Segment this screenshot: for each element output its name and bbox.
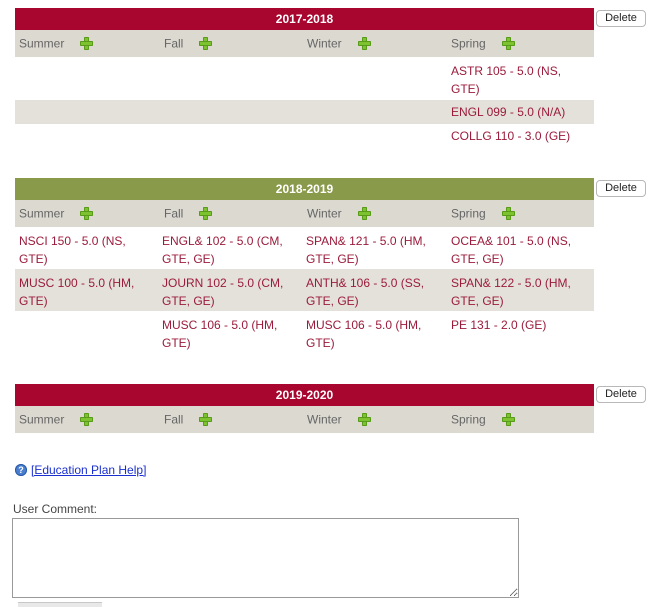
course-row: ENGL 099 - 5.0 (N/A) xyxy=(15,100,594,124)
course-item[interactable]: ENGL& 102 - 5.0 (CM, GTE, GE) xyxy=(162,232,292,268)
add-course-plus-icon[interactable] xyxy=(199,37,213,51)
term-label: Summer xyxy=(19,412,65,427)
course-item[interactable]: ASTR 105 - 5.0 (NS, GTE) xyxy=(451,62,581,98)
user-comment-label: User Comment: xyxy=(13,502,98,516)
add-course-plus-icon[interactable] xyxy=(357,207,371,221)
term-header-row: Summer Fall Winter Spring xyxy=(15,30,594,57)
delete-year-button[interactable]: Delete xyxy=(596,386,646,403)
add-course-plus-icon[interactable] xyxy=(80,207,94,221)
course-row: COLLG 110 - 3.0 (GE) xyxy=(15,124,594,150)
education-plan-help-link[interactable]: [Education Plan Help] xyxy=(31,463,146,477)
term-label: Summer xyxy=(19,36,65,51)
course-row: ASTR 105 - 5.0 (NS, GTE) xyxy=(15,57,594,100)
delete-year-button[interactable]: Delete xyxy=(596,10,646,27)
term-label: Winter xyxy=(307,412,342,427)
term-label: Spring xyxy=(451,206,486,221)
term-label: Winter xyxy=(307,206,342,221)
add-course-plus-icon[interactable] xyxy=(80,37,94,51)
course-row: MUSC 100 - 5.0 (HM, GTE) JOURN 102 - 5.0… xyxy=(15,269,594,311)
add-course-plus-icon[interactable] xyxy=(501,413,515,427)
term-summer: Summer xyxy=(19,200,94,227)
term-fall: Fall xyxy=(164,30,213,57)
add-course-plus-icon[interactable] xyxy=(501,37,515,51)
term-label: Fall xyxy=(164,206,184,221)
term-fall: Fall xyxy=(164,406,213,433)
term-spring: Spring xyxy=(451,30,515,57)
course-row: NSCI 150 - 5.0 (NS, GTE) ENGL& 102 - 5.0… xyxy=(15,227,594,269)
add-course-plus-icon[interactable] xyxy=(80,413,94,427)
term-label: Spring xyxy=(451,412,486,427)
course-item[interactable]: ANTH& 106 - 5.0 (SS, GTE, GE) xyxy=(306,274,436,310)
course-item[interactable]: OCEA& 101 - 5.0 (NS, GTE, GE) xyxy=(451,232,581,268)
term-summer: Summer xyxy=(19,406,94,433)
help-row: ? [Education Plan Help] xyxy=(15,462,146,477)
add-course-plus-icon[interactable] xyxy=(199,413,213,427)
course-item[interactable]: MUSC 106 - 5.0 (HM, GTE) xyxy=(162,316,292,352)
add-course-plus-icon[interactable] xyxy=(199,207,213,221)
term-label: Winter xyxy=(307,36,342,51)
term-header-row: Summer Fall Winter Spring xyxy=(15,406,594,433)
year-block-2017-2018: 2017-2018 Summer Fall Winter Spring ASTR… xyxy=(15,8,594,150)
course-item[interactable]: COLLG 110 - 3.0 (GE) xyxy=(451,127,581,145)
help-question-icon[interactable]: ? xyxy=(15,463,27,476)
add-course-plus-icon[interactable] xyxy=(357,413,371,427)
course-item[interactable]: SPAN& 122 - 5.0 (HM, GTE, GE) xyxy=(451,274,581,310)
term-winter: Winter xyxy=(307,406,371,433)
term-spring: Spring xyxy=(451,200,515,227)
delete-year-button[interactable]: Delete xyxy=(596,180,646,197)
term-label: Summer xyxy=(19,206,65,221)
course-row: MUSC 106 - 5.0 (HM, GTE) MUSC 106 - 5.0 … xyxy=(15,311,594,353)
year-block-2018-2019: 2018-2019 Summer Fall Winter Spring NSCI… xyxy=(15,178,594,353)
year-header: 2017-2018 xyxy=(15,8,594,30)
year-header: 2018-2019 xyxy=(15,178,594,200)
course-item[interactable]: ENGL 099 - 5.0 (N/A) xyxy=(451,103,581,121)
year-header: 2019-2020 xyxy=(15,384,594,406)
term-label: Fall xyxy=(164,412,184,427)
user-comment-textarea[interactable] xyxy=(12,518,519,598)
term-spring: Spring xyxy=(451,406,515,433)
term-winter: Winter xyxy=(307,30,371,57)
term-label: Spring xyxy=(451,36,486,51)
year-block-2019-2020: 2019-2020 Summer Fall Winter Spring xyxy=(15,384,594,433)
add-course-plus-icon[interactable] xyxy=(501,207,515,221)
term-label: Fall xyxy=(164,36,184,51)
term-summer: Summer xyxy=(19,30,94,57)
term-fall: Fall xyxy=(164,200,213,227)
term-header-row: Summer Fall Winter Spring xyxy=(15,200,594,227)
course-item[interactable]: SPAN& 121 - 5.0 (HM, GTE, GE) xyxy=(306,232,436,268)
course-item[interactable]: MUSC 100 - 5.0 (HM, GTE) xyxy=(19,274,149,310)
course-item[interactable]: JOURN 102 - 5.0 (CM, GTE, GE) xyxy=(162,274,292,310)
course-item[interactable]: PE 131 - 2.0 (GE) xyxy=(451,316,581,334)
add-course-plus-icon[interactable] xyxy=(357,37,371,51)
course-item[interactable]: MUSC 106 - 5.0 (HM, GTE) xyxy=(306,316,436,352)
course-item[interactable]: NSCI 150 - 5.0 (NS, GTE) xyxy=(19,232,149,268)
term-winter: Winter xyxy=(307,200,371,227)
